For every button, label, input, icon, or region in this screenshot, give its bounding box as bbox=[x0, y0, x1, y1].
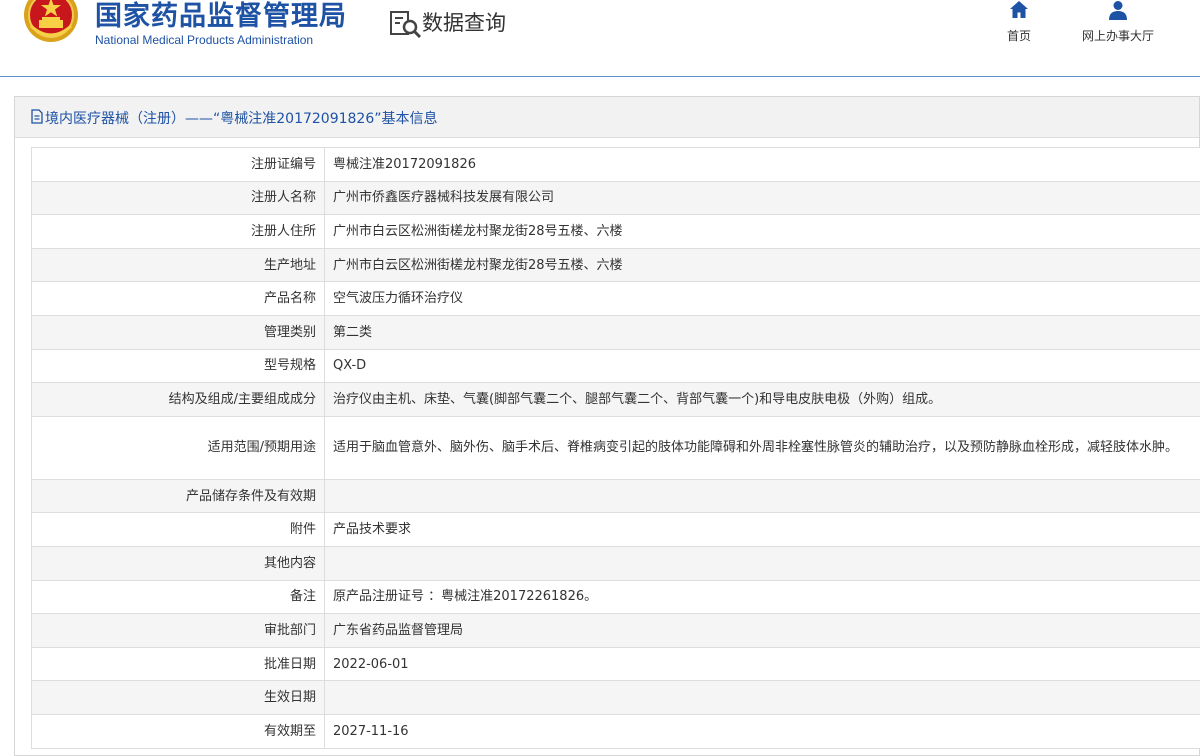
header-divider bbox=[0, 76, 1200, 77]
field-label: 附件 bbox=[32, 513, 325, 547]
table-row: 审批部门广东省药品监督管理局 bbox=[32, 614, 1200, 648]
home-icon bbox=[1009, 0, 1029, 20]
detail-panel: 境内医疗器械（注册）——“粤械注准20172091826”基本信息 注册证编号粤… bbox=[14, 96, 1200, 756]
table-row: 产品储存条件及有效期 bbox=[32, 479, 1200, 513]
table-row: 型号规格QX-D bbox=[32, 349, 1200, 383]
field-label: 管理类别 bbox=[32, 315, 325, 349]
field-value: 粤械注准20172091826 bbox=[325, 148, 1200, 182]
national-emblem-icon bbox=[22, 0, 80, 44]
table-row: 备注原产品注册证号 ：粤械注准20172261826。 bbox=[32, 580, 1200, 614]
field-value: 治疗仪由主机、床垫、气囊(脚部气囊二个、腿部气囊二个、背部气囊一个)和导电皮肤电… bbox=[325, 383, 1200, 417]
field-value: 广州市白云区松洲街槎龙村聚龙街28号五楼、六楼 bbox=[325, 215, 1200, 249]
field-label: 产品储存条件及有效期 bbox=[32, 479, 325, 513]
table-row: 生产地址广州市白云区松洲街槎龙村聚龙街28号五楼、六楼 bbox=[32, 248, 1200, 282]
field-value bbox=[325, 546, 1200, 580]
field-value: 广州市白云区松洲街槎龙村聚龙街28号五楼、六楼 bbox=[325, 248, 1200, 282]
field-label: 产品名称 bbox=[32, 282, 325, 316]
nav-home[interactable]: 首页 bbox=[998, 0, 1040, 44]
field-value bbox=[325, 681, 1200, 715]
field-label: 备注 bbox=[32, 580, 325, 614]
field-label: 审批部门 bbox=[32, 614, 325, 648]
document-icon bbox=[31, 109, 43, 124]
table-row: 注册证编号粤械注准20172091826 bbox=[32, 148, 1200, 182]
section-title: 数据查询 bbox=[422, 7, 506, 37]
table-row: 适用范围/预期用途适用于脑血管意外、脑外伤、脑手术后、脊椎病变引起的肢体功能障碍… bbox=[32, 416, 1200, 479]
info-table: 注册证编号粤械注准20172091826注册人名称广州市侨鑫医疗器械科技发展有限… bbox=[31, 147, 1200, 749]
data-query-icon bbox=[390, 10, 422, 38]
table-row: 附件产品技术要求 bbox=[32, 513, 1200, 547]
user-icon bbox=[1108, 0, 1128, 20]
field-value: 适用于脑血管意外、脑外伤、脑手术后、脊椎病变引起的肢体功能障碍和外周非栓塞性脉管… bbox=[325, 416, 1200, 479]
field-value: 产品技术要求 bbox=[325, 513, 1200, 547]
table-row: 结构及组成/主要组成成分治疗仪由主机、床垫、气囊(脚部气囊二个、腿部气囊二个、背… bbox=[32, 383, 1200, 417]
site-title: 国家药品监督管理局 bbox=[95, 0, 347, 33]
field-value: 第二类 bbox=[325, 315, 1200, 349]
nav-online-hall[interactable]: 网上办事大厅 bbox=[1068, 0, 1168, 44]
nav-home-label: 首页 bbox=[998, 27, 1040, 44]
field-label: 其他内容 bbox=[32, 546, 325, 580]
field-label: 注册人名称 bbox=[32, 181, 325, 215]
field-label: 注册人住所 bbox=[32, 215, 325, 249]
field-label: 生产地址 bbox=[32, 248, 325, 282]
field-label: 适用范围/预期用途 bbox=[32, 416, 325, 479]
field-value: 广州市侨鑫医疗器械科技发展有限公司 bbox=[325, 181, 1200, 215]
panel-header: 境内医疗器械（注册）——“粤械注准20172091826”基本信息 bbox=[15, 97, 1199, 138]
site-subtitle: National Medical Products Administration bbox=[95, 33, 313, 47]
site-header: 国家药品监督管理局 National Medical Products Admi… bbox=[0, 0, 1200, 76]
table-row: 批准日期2022-06-01 bbox=[32, 647, 1200, 681]
field-value: 空气波压力循环治疗仪 bbox=[325, 282, 1200, 316]
field-label: 批准日期 bbox=[32, 647, 325, 681]
field-value: 原产品注册证号 ：粤械注准20172261826。 bbox=[325, 580, 1200, 614]
nav-online-hall-label: 网上办事大厅 bbox=[1068, 27, 1168, 44]
field-label: 型号规格 bbox=[32, 349, 325, 383]
table-row: 产品名称空气波压力循环治疗仪 bbox=[32, 282, 1200, 316]
field-label: 生效日期 bbox=[32, 681, 325, 715]
table-row: 注册人住所广州市白云区松洲街槎龙村聚龙街28号五楼、六楼 bbox=[32, 215, 1200, 249]
table-row: 注册人名称广州市侨鑫医疗器械科技发展有限公司 bbox=[32, 181, 1200, 215]
field-label: 结构及组成/主要组成成分 bbox=[32, 383, 325, 417]
table-row: 管理类别第二类 bbox=[32, 315, 1200, 349]
table-row: 有效期至2027-11-16 bbox=[32, 714, 1200, 748]
field-value: 广东省药品监督管理局 bbox=[325, 614, 1200, 648]
field-value: 2027-11-16 bbox=[325, 714, 1200, 748]
panel-title: 境内医疗器械（注册）——“粤械注准20172091826”基本信息 bbox=[45, 108, 437, 128]
field-value: 2022-06-01 bbox=[325, 647, 1200, 681]
field-label: 注册证编号 bbox=[32, 148, 325, 182]
table-row: 生效日期 bbox=[32, 681, 1200, 715]
field-value: QX-D bbox=[325, 349, 1200, 383]
field-value bbox=[325, 479, 1200, 513]
table-row: 其他内容 bbox=[32, 546, 1200, 580]
field-label: 有效期至 bbox=[32, 714, 325, 748]
